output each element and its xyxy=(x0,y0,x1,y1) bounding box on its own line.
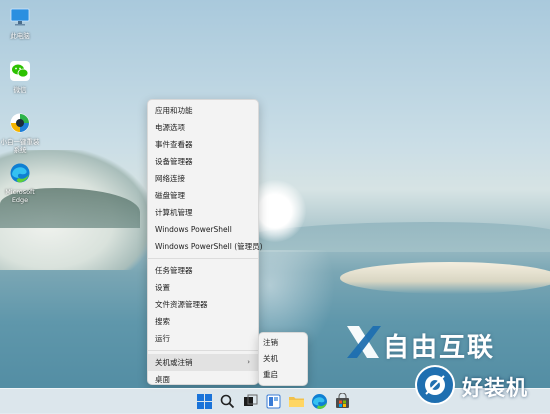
wechat-icon xyxy=(10,61,30,81)
menu-item-run[interactable]: 运行 xyxy=(148,330,258,347)
menu-item-power-options[interactable]: 电源选项 xyxy=(148,119,258,136)
menu-item-apps-features[interactable]: 应用和功能 xyxy=(148,102,258,119)
menu-item-search[interactable]: 搜索 xyxy=(148,313,258,330)
wallpaper-far-hills xyxy=(240,222,550,252)
desktop-icon-wechat[interactable]: 微信 xyxy=(0,60,40,94)
menu-item-powershell-admin[interactable]: Windows PowerShell (管理员) xyxy=(148,238,263,255)
watermark-site-logo: 好装机 xyxy=(412,364,550,410)
menu-separator xyxy=(148,350,258,351)
submenu-item-sign-out[interactable]: 注销 xyxy=(259,335,307,351)
store-icon[interactable] xyxy=(334,393,351,410)
menu-separator xyxy=(148,258,258,259)
widgets-icon[interactable] xyxy=(265,393,282,410)
desktop-icon-label: 小白一键重装系统 xyxy=(0,138,40,154)
chevron-right-icon: › xyxy=(247,358,250,366)
menu-item-label: 关机或注销 xyxy=(155,358,193,367)
menu-item-device-manager[interactable]: 设备管理器 xyxy=(148,153,258,170)
shutdown-submenu: 注销 关机 重启 xyxy=(258,332,308,386)
menu-item-desktop[interactable]: 桌面 xyxy=(148,371,258,388)
winx-context-menu: 应用和功能 电源选项 事件查看器 设备管理器 网络连接 磁盘管理 计算机管理 W… xyxy=(147,99,263,388)
desktop-icon-edge[interactable]: Microsoft Edge xyxy=(0,162,40,204)
menu-item-computer-management[interactable]: 计算机管理 xyxy=(148,204,258,221)
menu-item-network-connections[interactable]: 网络连接 xyxy=(148,170,258,187)
task-view-icon[interactable] xyxy=(242,393,259,410)
desktop-icon-label: Microsoft Edge xyxy=(5,188,35,204)
menu-item-shutdown-signout[interactable]: 关机或注销 › xyxy=(148,354,258,371)
site-logo-icon xyxy=(415,365,455,405)
desktop-icon-this-pc[interactable]: 此电脑 xyxy=(0,6,40,40)
wallpaper-sandbar xyxy=(340,262,550,294)
desktop-icon-label: 此电脑 xyxy=(10,32,30,40)
computer-icon xyxy=(10,8,30,26)
desktop-icon-label: 微信 xyxy=(13,86,27,94)
watermark-brand-text: 自由互联 xyxy=(383,333,496,363)
brand-x-logo xyxy=(347,326,381,358)
watermark-site-text: 好装机 xyxy=(462,376,528,400)
menu-item-event-viewer[interactable]: 事件查看器 xyxy=(148,136,258,153)
desktop-icon-reinstall-helper[interactable]: 小白一键重装系统 xyxy=(0,112,40,154)
watermark-brand: 自由互联 xyxy=(343,322,543,366)
menu-item-settings[interactable]: 设置 xyxy=(148,279,258,296)
edge-icon[interactable] xyxy=(311,393,328,410)
submenu-item-shut-down[interactable]: 关机 xyxy=(259,351,307,367)
menu-item-disk-management[interactable]: 磁盘管理 xyxy=(148,187,258,204)
menu-item-powershell[interactable]: Windows PowerShell xyxy=(148,221,258,238)
search-icon[interactable] xyxy=(219,393,236,410)
edge-icon xyxy=(10,163,30,183)
file-explorer-icon[interactable] xyxy=(288,393,305,410)
menu-item-file-explorer[interactable]: 文件资源管理器 xyxy=(148,296,258,313)
submenu-item-restart[interactable]: 重启 xyxy=(259,367,307,383)
start-icon[interactable] xyxy=(196,393,213,410)
reinstall-helper-icon xyxy=(10,113,30,133)
menu-item-task-manager[interactable]: 任务管理器 xyxy=(148,262,258,279)
